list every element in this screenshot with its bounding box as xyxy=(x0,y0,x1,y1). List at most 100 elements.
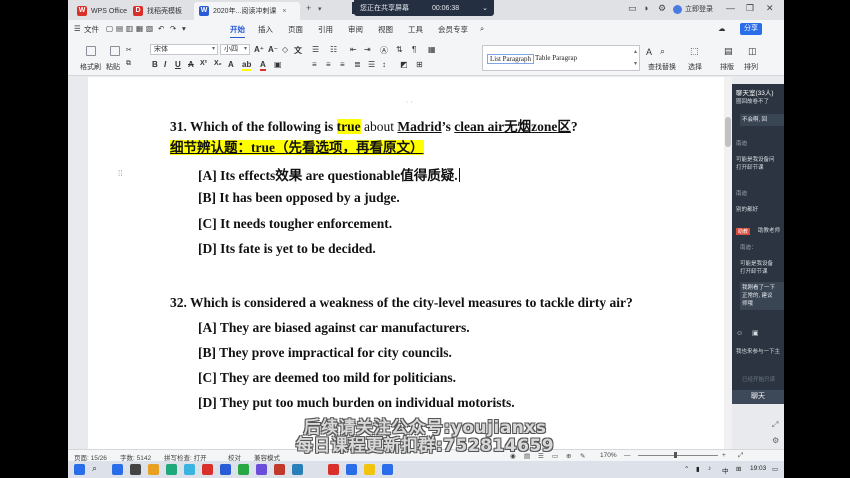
arrange-icon[interactable]: ◫ xyxy=(748,46,757,57)
paste-label[interactable]: 粘贴 xyxy=(106,62,120,72)
emoji-icon[interactable]: ☺ xyxy=(736,330,743,338)
char-shading-button[interactable]: ▣ xyxy=(274,60,282,69)
chat-send-button[interactable]: 聊天 xyxy=(732,390,784,404)
copy-icon[interactable]: ⧉ xyxy=(126,60,131,68)
save-icon[interactable]: ▤ xyxy=(116,24,123,33)
login-button[interactable]: 立即登录 xyxy=(673,4,713,14)
app-icon-1[interactable] xyxy=(112,464,123,475)
export-icon[interactable]: ▧ xyxy=(146,24,153,33)
chat-input[interactable]: 我也来参与一下主 xyxy=(736,348,780,356)
scrollbar-thumb[interactable] xyxy=(725,117,731,147)
chinese-layout-icon[interactable]: Ⓐ xyxy=(380,45,388,56)
chevron-up-icon[interactable]: ▴ xyxy=(634,48,637,55)
notification-icon[interactable]: ▭ xyxy=(772,465,778,473)
superscript-button[interactable]: X² xyxy=(200,60,207,67)
app-icon-4[interactable] xyxy=(166,464,177,475)
settings-icon[interactable]: ⚙ xyxy=(658,3,666,14)
decrease-indent-icon[interactable]: ⇤ xyxy=(350,45,357,54)
search-icon[interactable]: ⌕ xyxy=(480,24,484,34)
align-right-icon[interactable]: ≡ xyxy=(340,60,345,69)
chevron-down-icon[interactable]: ▾ xyxy=(634,60,637,67)
app-icon-9[interactable] xyxy=(256,464,267,475)
grow-font-icon[interactable]: A⁺ xyxy=(254,45,264,54)
app-icon-12[interactable] xyxy=(346,464,357,475)
tab-tools[interactable]: 工具 xyxy=(408,24,423,35)
share-button[interactable]: 分享 xyxy=(740,23,762,35)
open-icon[interactable]: ▢ xyxy=(106,24,113,33)
app-icon-7[interactable] xyxy=(220,464,231,475)
shading-icon[interactable]: ◩ xyxy=(400,60,408,69)
distributed-icon[interactable]: ☰ xyxy=(368,60,375,69)
tab-start[interactable]: 开始 xyxy=(230,24,245,39)
strikethrough-button[interactable]: A xyxy=(188,60,194,69)
tab-wps-office[interactable]: W WPS Office xyxy=(72,2,132,20)
clear-format-icon[interactable]: ◇ xyxy=(282,45,288,54)
chevron-down-icon[interactable]: ▾ xyxy=(318,5,322,13)
sort-label[interactable]: 排版 xyxy=(720,62,734,72)
format-painter-label[interactable]: 格式刷 xyxy=(80,62,101,72)
find-replace-icon[interactable]: ⌕ xyxy=(660,46,665,57)
subscript-button[interactable]: X₂ xyxy=(214,60,222,67)
font-size-select[interactable]: 小四 ▾ xyxy=(220,44,250,55)
app-icon-5[interactable] xyxy=(184,464,195,475)
menu-file[interactable]: 文件 xyxy=(84,24,99,35)
wps-taskbar-icon[interactable] xyxy=(328,464,339,475)
cloud-icon[interactable]: ☁ xyxy=(718,24,726,33)
app-icon-8[interactable] xyxy=(238,464,249,475)
bold-button[interactable]: B xyxy=(152,60,158,69)
undo-icon[interactable]: ↶ xyxy=(158,24,164,33)
arrange-label[interactable]: 排列 xyxy=(744,62,758,72)
app-icon-10[interactable] xyxy=(274,464,285,475)
select-icon[interactable]: ⬚ xyxy=(690,46,699,57)
chevron-down-icon[interactable]: ⌄ xyxy=(482,4,488,12)
tab-reference[interactable]: 引用 xyxy=(318,24,333,35)
font-family-select[interactable]: 宋体 ▾ xyxy=(150,44,218,55)
print-icon[interactable]: ▥ xyxy=(126,24,133,33)
bullet-list-icon[interactable]: ☰ xyxy=(312,45,319,54)
text-effect-button[interactable]: A xyxy=(228,60,234,69)
find-replace-label[interactable]: 查找替换 xyxy=(648,62,676,72)
redo-icon[interactable]: ↷ xyxy=(170,24,176,33)
align-left-icon[interactable]: ≡ xyxy=(312,60,317,69)
maximize-button[interactable]: ❐ xyxy=(746,3,754,14)
minimize-button[interactable]: — xyxy=(726,3,735,13)
cut-icon[interactable]: ✂ xyxy=(126,46,132,54)
style-table-paragraph[interactable]: Table Paragrap xyxy=(535,54,577,62)
drag-handle-icon[interactable]: ⁞⁞ xyxy=(118,169,122,178)
select-label[interactable]: 选择 xyxy=(688,62,702,72)
hamburger-icon[interactable]: ☰ xyxy=(74,24,81,33)
preview-icon[interactable]: ▦ xyxy=(136,24,143,33)
font-color-button[interactable]: A xyxy=(260,60,266,71)
tab-page[interactable]: 页面 xyxy=(288,24,303,35)
layout-icon[interactable]: ▤ xyxy=(724,46,733,57)
new-style-icon[interactable]: A xyxy=(646,47,652,57)
image-icon[interactable]: ▣ xyxy=(752,330,759,338)
sort-icon[interactable]: ⇅ xyxy=(396,45,403,54)
app-icon-6[interactable] xyxy=(202,464,213,475)
tab-view[interactable]: 视图 xyxy=(378,24,393,35)
border-icon[interactable]: ▦ xyxy=(428,45,436,54)
style-list-paragraph[interactable]: List Paragraph xyxy=(487,54,535,64)
close-button[interactable]: ✕ xyxy=(766,3,774,14)
highlight-button[interactable]: ab xyxy=(242,60,252,71)
tab-template[interactable]: D 找稻壳模板 xyxy=(128,2,187,20)
tab-member[interactable]: 会员专享 xyxy=(438,24,468,35)
app-icon-2[interactable] xyxy=(130,464,141,475)
clock[interactable]: 19:03 xyxy=(750,465,766,472)
ime-mode-icon[interactable]: ⊞ xyxy=(736,465,741,473)
app-icon-3[interactable] xyxy=(148,464,159,475)
table-border-icon[interactable]: ⊞ xyxy=(416,60,423,69)
numbered-list-icon[interactable]: ☷ xyxy=(330,45,337,54)
app-icon-11[interactable] xyxy=(292,464,303,475)
skin-icon[interactable]: ◑ xyxy=(643,3,648,13)
shrink-font-icon[interactable]: A⁻ xyxy=(268,45,278,54)
show-marks-icon[interactable]: ¶ xyxy=(412,45,416,54)
app-icon-13[interactable] xyxy=(382,464,393,475)
paste-icon[interactable] xyxy=(110,46,120,56)
align-center-icon[interactable]: ≡ xyxy=(326,60,331,69)
add-tab-button[interactable]: + xyxy=(306,3,311,13)
underline-button[interactable]: U xyxy=(175,60,181,69)
window-layout-icon[interactable]: ▭ xyxy=(628,3,637,14)
tab-insert[interactable]: 插入 xyxy=(258,24,273,35)
tab-document[interactable]: W 2020年...阅读冲刺课 × xyxy=(194,2,300,20)
